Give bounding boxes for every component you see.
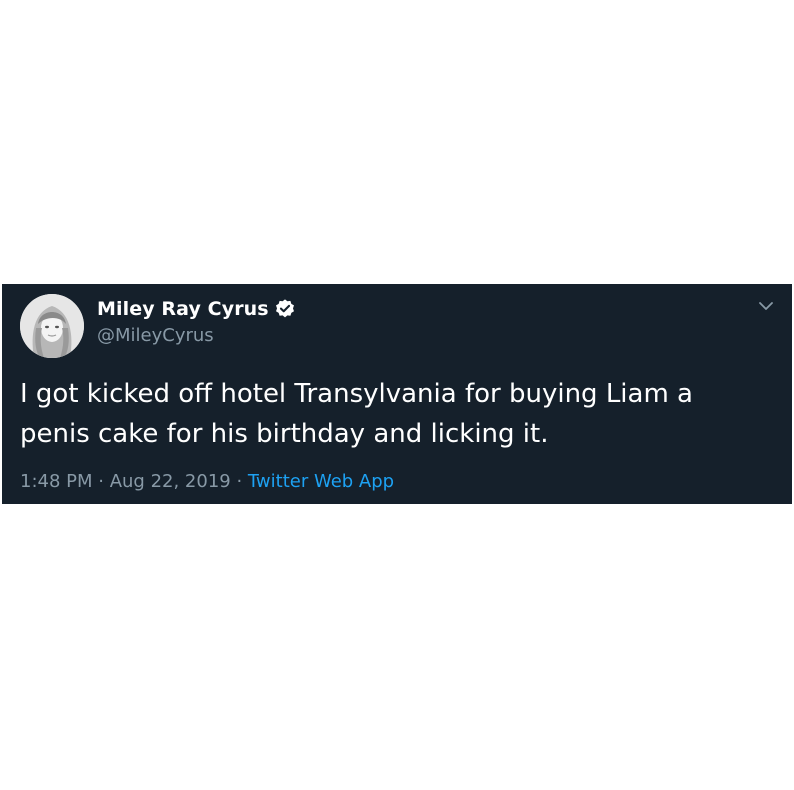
tweet-meta: 1:48 PM · Aug 22, 2019 · Twitter Web App: [20, 471, 394, 492]
tweet-text: I got kicked off hotel Transylvania for …: [20, 379, 702, 449]
chevron-down-icon[interactable]: [756, 296, 776, 316]
display-name-row: Miley Ray Cyrus: [97, 296, 296, 322]
display-name[interactable]: Miley Ray Cyrus: [97, 298, 269, 320]
avatar-image: [20, 294, 84, 358]
tweet-card: Miley Ray Cyrus @MileyCyrus I got kicked…: [2, 284, 792, 504]
verified-badge-icon: [274, 298, 296, 320]
avatar[interactable]: [20, 294, 84, 358]
tweet-date[interactable]: Aug 22, 2019: [110, 471, 231, 492]
user-handle[interactable]: @MileyCyrus: [97, 325, 296, 346]
source-link[interactable]: Twitter Web App: [248, 471, 394, 492]
meta-separator: ·: [92, 471, 110, 492]
meta-separator: ·: [230, 471, 248, 492]
tweet-time[interactable]: 1:48 PM: [20, 471, 93, 492]
author-block: Miley Ray Cyrus @MileyCyrus: [97, 296, 296, 346]
